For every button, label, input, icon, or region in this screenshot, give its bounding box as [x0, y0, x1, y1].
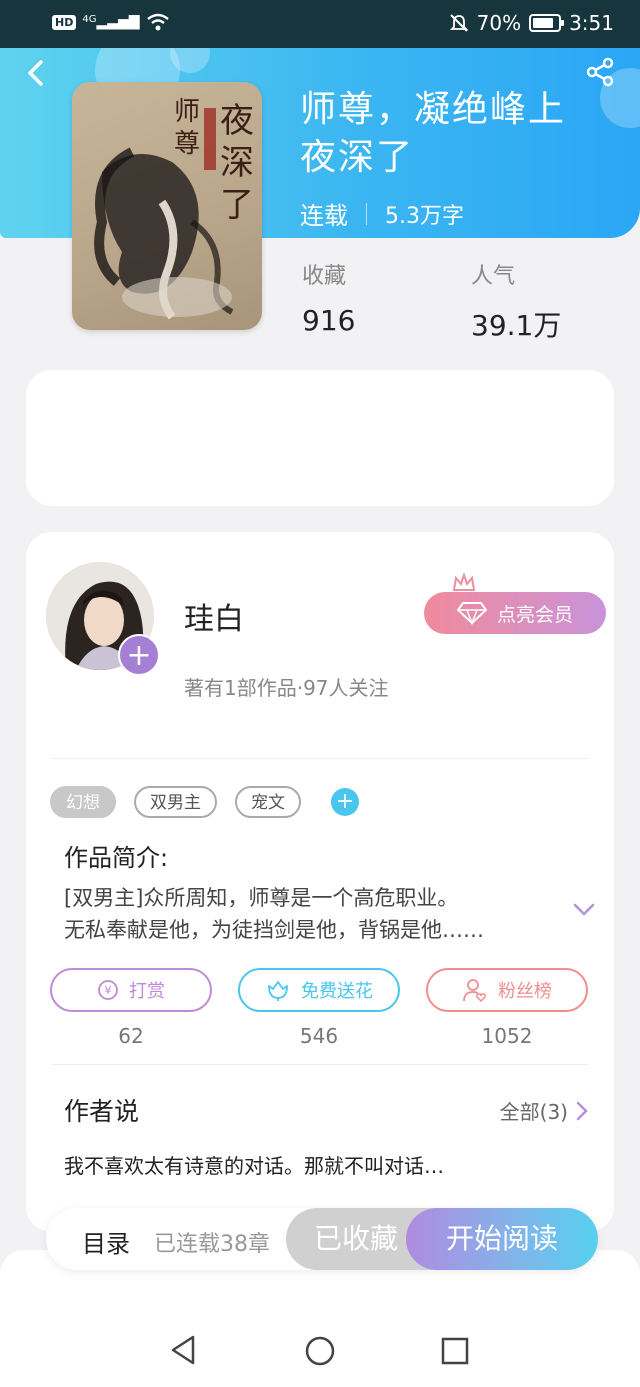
nav-recents-icon[interactable]: [441, 1337, 469, 1365]
wifi-icon: [146, 13, 169, 31]
coin-icon: ¥: [98, 980, 118, 1000]
tag-fantasy[interactable]: 幻想: [50, 786, 116, 818]
intro-title: 作品简介:: [64, 844, 169, 872]
cell-signal-icon: 4G▂▃▅▇: [82, 14, 140, 30]
book-meta: 连载 5.3万字: [300, 196, 464, 231]
chevron-down-icon[interactable]: [572, 902, 596, 918]
tag-sweet[interactable]: 宠文: [235, 786, 301, 818]
author-says-all-link[interactable]: 全部(3): [500, 1096, 588, 1125]
vip-button-label: 点亮会员: [496, 603, 573, 626]
tag-list: 幻想 双男主 宠文 +: [50, 786, 359, 818]
cover-title-char: 了: [220, 185, 254, 225]
fan-count: 1052: [481, 1024, 533, 1048]
section-divider: [52, 1064, 588, 1065]
cover-title-char: 师: [174, 97, 200, 127]
cover-seal: [204, 108, 216, 170]
favorites-label: 收藏: [302, 264, 347, 289]
author-says-text[interactable]: 我不喜欢太有诗意的对话。那就不叫对话…: [64, 1150, 444, 1179]
free-flower-label: 免费送花: [301, 981, 373, 1002]
cover-title-char: 深: [220, 143, 254, 183]
battery-percent: 70%: [476, 11, 522, 35]
nav-home-icon[interactable]: [304, 1335, 336, 1367]
intro-line: [双男主]众所周知，师尊是一个高危职业。: [64, 886, 459, 910]
share-icon[interactable]: [584, 56, 616, 88]
battery-icon: [529, 14, 565, 32]
author-name[interactable]: 珪白: [184, 594, 244, 638]
favorites-stat: 收藏 916: [302, 258, 355, 337]
follow-author-button[interactable]: +: [118, 634, 160, 676]
bottom-action-bar: 目录 已连载38章 已收藏 开始阅读: [46, 1208, 598, 1270]
mute-bell-icon: [449, 14, 468, 32]
crown-icon: [452, 572, 476, 591]
network-type: 4G: [82, 14, 97, 25]
clock: 3:51: [569, 11, 614, 35]
popularity-label: 人气: [471, 264, 516, 289]
flower-count: 546: [299, 1024, 339, 1048]
intro-line: 无私奉献是他，为徒挡剑是他，背锅是他……: [64, 918, 484, 942]
diamond-icon: [456, 602, 487, 625]
all-link-label: 全部(3): [499, 1100, 568, 1124]
back-arrow-icon[interactable]: [22, 58, 52, 88]
nav-back-icon[interactable]: [168, 1334, 198, 1366]
favorites-value: 916: [302, 304, 356, 337]
fan-ranking-label: 粉丝榜: [498, 981, 552, 1002]
flower-icon: [268, 981, 288, 1001]
serial-status: 连载: [300, 202, 348, 230]
user-heart-icon: [463, 979, 486, 1003]
intro-text[interactable]: [双男主]众所周知，师尊是一个高危职业。 无私奉献是他，为徒挡剑是他，背锅是他……: [64, 882, 544, 946]
meta-divider: [366, 202, 367, 225]
author-summary: 著有1部作品·97人关注: [184, 676, 389, 700]
book-detail-card: + 珪白 著有1部作品·97人关注 点亮会员 幻想 双男主 宠文 + 作品简介:…: [26, 532, 614, 1232]
toc-button[interactable]: 目录: [82, 1224, 130, 1259]
reward-label: 打赏: [129, 981, 165, 1002]
popularity-stat: 人气 39.1万: [471, 258, 561, 344]
word-count: 5.3万字: [385, 203, 464, 229]
section-divider: [52, 758, 588, 759]
cover-artwork: 夜 深 了 师 尊: [94, 97, 254, 320]
placeholder-card: [26, 370, 614, 506]
reward-button[interactable]: ¥ 打赏: [50, 968, 212, 1012]
vip-button[interactable]: 点亮会员: [424, 592, 606, 634]
book-cover[interactable]: 夜 深 了 师 尊: [72, 82, 262, 330]
add-tag-button[interactable]: +: [331, 788, 359, 816]
status-bar: HD 4G▂▃▅▇ 70% 3:51: [0, 0, 640, 48]
tag-double-male-lead[interactable]: 双男主: [134, 786, 217, 818]
fan-ranking-button[interactable]: 粉丝榜: [426, 968, 588, 1012]
svg-text:¥: ¥: [105, 984, 112, 997]
free-flower-button[interactable]: 免费送花: [238, 968, 400, 1012]
author-says-title: 作者说: [64, 1097, 140, 1126]
cover-title-char: 尊: [174, 129, 200, 159]
chevron-right-icon: [576, 1101, 588, 1120]
popularity-value: 39.1万: [471, 309, 562, 342]
start-reading-button[interactable]: 开始阅读: [406, 1208, 598, 1270]
cover-title-char: 夜: [220, 101, 254, 141]
hd-icon: HD: [52, 14, 77, 30]
book-title: 师尊，凝绝峰上夜深了: [300, 89, 567, 178]
system-nav-bar: [0, 1300, 640, 1387]
chapter-count: 已连载38章: [154, 1232, 270, 1257]
reward-count: 62: [118, 1024, 144, 1048]
